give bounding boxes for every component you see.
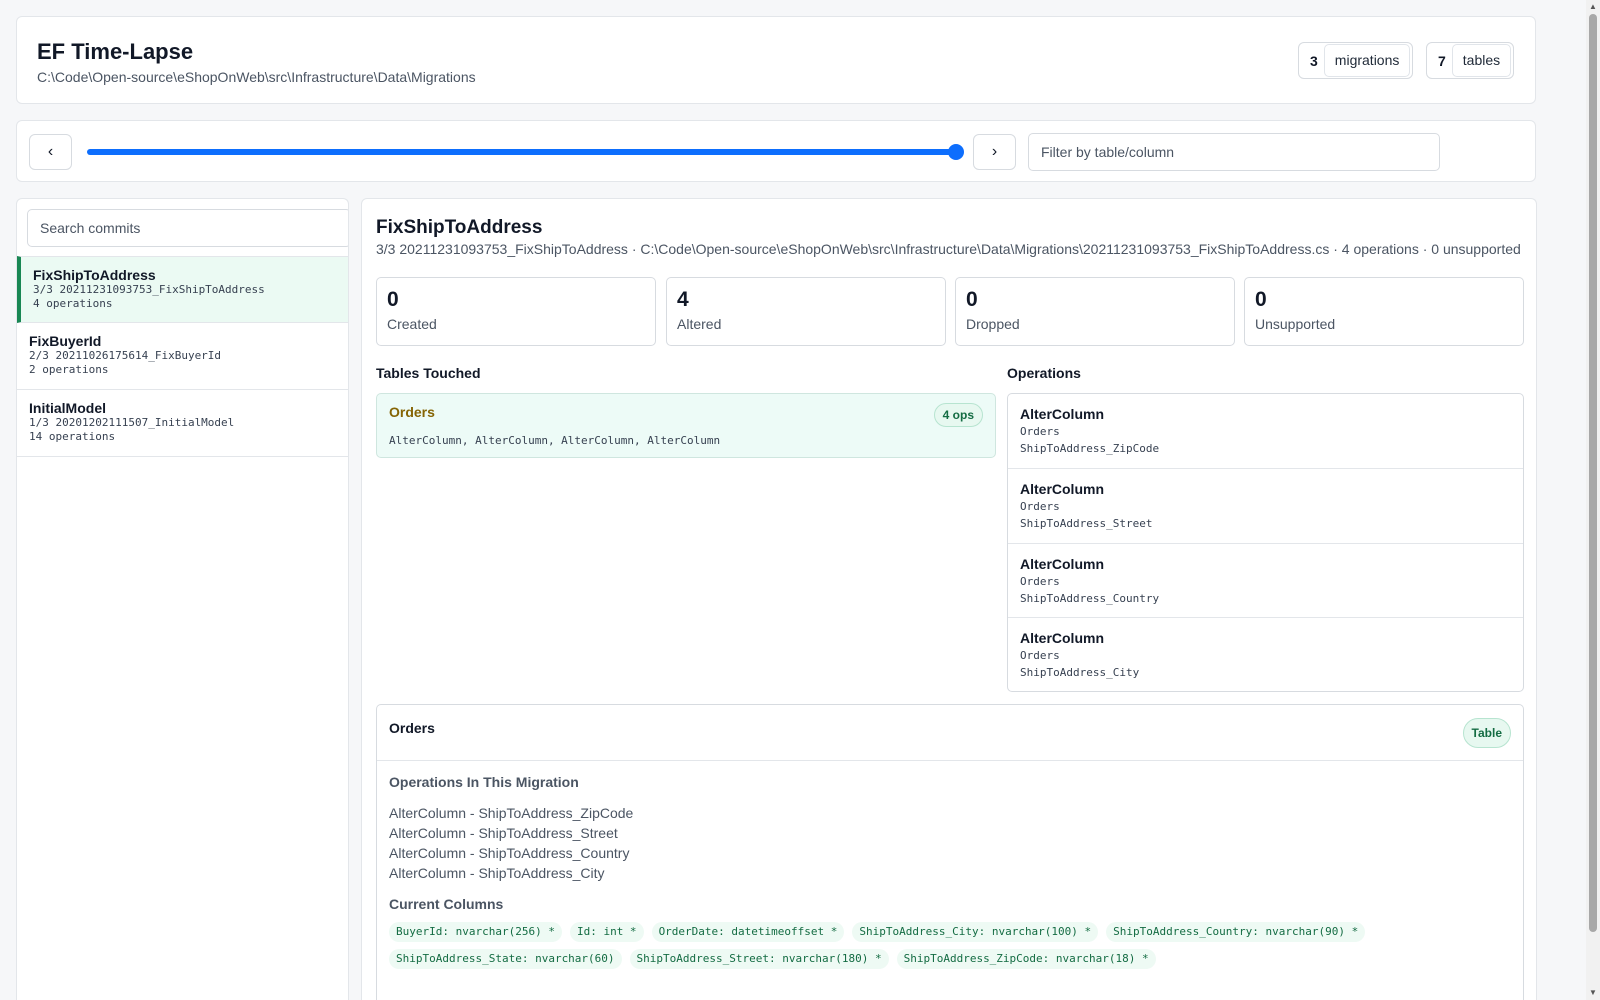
metric-label: Unsupported <box>1255 316 1336 332</box>
metric-altered: 4 Altered <box>666 277 946 346</box>
op-desc-item: AlterColumn - ShipToAddress_Country <box>389 845 630 861</box>
commit-item-fixshiptoaddress[interactable]: FixShipToAddress 3/3 20211231093753_FixS… <box>17 256 348 323</box>
commit-id: 3/3 20211231093753_FixShipToAddress <box>33 283 265 296</box>
filter-input[interactable] <box>1028 133 1440 171</box>
ops-count-badge: 4 ops <box>933 403 983 427</box>
column-chip: BuyerId: nvarchar(256) * <box>389 922 562 942</box>
touched-table-ops: AlterColumn, AlterColumn, AlterColumn, A… <box>389 434 721 447</box>
operation-kind: AlterColumn <box>1020 555 1104 572</box>
operation-table: Orders <box>1020 425 1060 438</box>
operation-table: Orders <box>1020 649 1060 663</box>
scroll-thumb[interactable] <box>1589 14 1597 932</box>
migration-subtitle: 3/3 20211231093753_FixShipToAddress · C:… <box>376 241 1521 257</box>
op-desc-item: AlterColumn - ShipToAddress_City <box>389 865 605 881</box>
page-scrollbar[interactable]: ▲ ▼ <box>1586 0 1600 1000</box>
migration-slider[interactable] <box>87 149 956 155</box>
search-commits-input[interactable] <box>27 209 348 247</box>
commit-ops: 4 operations <box>33 297 113 310</box>
op-desc-item: AlterColumn - ShipToAddress_Street <box>389 825 618 841</box>
app-header: EF Time-Lapse C:\Code\Open-source\eShopO… <box>16 16 1536 104</box>
operation-kind: AlterColumn <box>1020 406 1104 422</box>
timeline-bar: ‹ › <box>16 120 1536 182</box>
commit-name: FixBuyerId <box>29 333 102 349</box>
operation-item[interactable]: AlterColumn Orders ShipToAddress_City <box>1008 618 1523 691</box>
commit-name: InitialModel <box>29 400 106 416</box>
table-type-badge: Table <box>1462 718 1511 748</box>
operation-item[interactable]: AlterColumn Orders ShipToAddress_ZipCode <box>1008 394 1523 469</box>
operation-kind: AlterColumn <box>1020 630 1104 647</box>
migrations-count: 3 <box>1310 52 1318 69</box>
current-columns-heading: Current Columns <box>389 896 504 912</box>
app-title: EF Time-Lapse <box>37 39 194 64</box>
column-chip: ShipToAddress_State: nvarchar(60) <box>389 949 622 969</box>
column-chip: ShipToAddress_Country: nvarchar(90) * <box>1106 922 1366 942</box>
operation-table: Orders <box>1020 574 1060 588</box>
commit-name: FixShipToAddress <box>33 267 156 283</box>
ops-in-migration-heading: Operations In This Migration <box>389 774 579 790</box>
migrations-label: migrations <box>1323 44 1411 77</box>
commit-item-initialmodel[interactable]: InitialModel 1/3 20201202111507_InitialM… <box>17 390 348 457</box>
tables-label: tables <box>1451 44 1512 77</box>
metric-value: 4 <box>677 288 689 311</box>
touched-table-name: Orders <box>389 404 435 420</box>
column-chip: Id: int * <box>569 922 644 942</box>
operation-column: ShipToAddress_ZipCode <box>1020 442 1160 455</box>
column-chip: OrderDate: datetimeoffset * <box>651 922 845 942</box>
commit-id: 1/3 20201202111507_InitialModel <box>29 416 235 429</box>
metric-label: Dropped <box>966 316 1020 332</box>
tables-count-pill: 7 tables <box>1426 42 1515 79</box>
operations-list: AlterColumn Orders ShipToAddress_ZipCode… <box>1007 393 1524 692</box>
ops-in-migration-list: AlterColumn - ShipToAddress_ZipCode Alte… <box>389 803 633 883</box>
operation-column: ShipToAddress_Country <box>1020 591 1160 605</box>
commit-ops: 14 operations <box>29 430 116 443</box>
commit-sidebar: FixShipToAddress 3/3 20211231093753_FixS… <box>16 198 349 1000</box>
commit-item-fixbuyerid[interactable]: FixBuyerId 2/3 20211026175614_FixBuyerId… <box>17 323 348 390</box>
metric-value: 0 <box>1255 288 1267 311</box>
operation-item[interactable]: AlterColumn Orders ShipToAddress_Country <box>1008 544 1523 619</box>
operation-column: ShipToAddress_Street <box>1020 516 1153 530</box>
metric-created: 0 Created <box>376 277 656 346</box>
metric-unsupported: 0 Unsupported <box>1244 277 1524 346</box>
prev-migration-button[interactable]: ‹ <box>29 134 72 170</box>
operations-heading: Operations <box>1007 365 1081 381</box>
metric-label: Created <box>387 316 437 332</box>
column-chip: ShipToAddress_Street: nvarchar(180) * <box>629 949 889 969</box>
operation-kind: AlterColumn <box>1020 480 1104 497</box>
op-desc-item: AlterColumn - ShipToAddress_ZipCode <box>389 805 634 821</box>
migration-detail-panel: FixShipToAddress 3/3 20211231093753_FixS… <box>361 198 1537 1000</box>
table-detail-name: Orders <box>389 720 435 736</box>
column-chip: ShipToAddress_ZipCode: nvarchar(18) * <box>896 949 1156 969</box>
metric-label: Altered <box>677 316 722 332</box>
tables-count: 7 <box>1438 52 1446 69</box>
slider-thumb[interactable] <box>948 144 964 160</box>
table-detail-header: Orders Table <box>377 705 1523 761</box>
commit-ops: 2 operations <box>29 363 109 376</box>
scroll-down-icon[interactable]: ▼ <box>1588 988 1598 998</box>
operation-column: ShipToAddress_City <box>1020 666 1140 680</box>
commit-id: 2/3 20211026175614_FixBuyerId <box>29 349 222 362</box>
metric-dropped: 0 Dropped <box>955 277 1235 346</box>
touched-table-orders[interactable]: Orders 4 ops AlterColumn, AlterColumn, A… <box>376 393 996 458</box>
commit-list: FixShipToAddress 3/3 20211231093753_FixS… <box>17 256 348 457</box>
migrations-count-pill: 3 migrations <box>1298 42 1414 79</box>
migration-title: FixShipToAddress <box>376 217 543 238</box>
migrations-path: C:\Code\Open-source\eShopOnWeb\src\Infra… <box>37 69 476 85</box>
metric-value: 0 <box>966 288 978 311</box>
next-migration-button[interactable]: › <box>973 134 1016 170</box>
operation-table: Orders <box>1020 499 1060 513</box>
scroll-up-icon[interactable]: ▲ <box>1588 2 1598 12</box>
current-columns-list: BuyerId: nvarchar(256) * Id: int * Order… <box>389 922 1509 969</box>
tables-touched-heading: Tables Touched <box>376 365 481 381</box>
metric-value: 0 <box>387 288 399 311</box>
table-detail-card: Orders Table Operations In This Migratio… <box>376 704 1524 1000</box>
operation-item[interactable]: AlterColumn Orders ShipToAddress_Street <box>1008 469 1523 544</box>
column-chip: ShipToAddress_City: nvarchar(100) * <box>852 922 1099 942</box>
